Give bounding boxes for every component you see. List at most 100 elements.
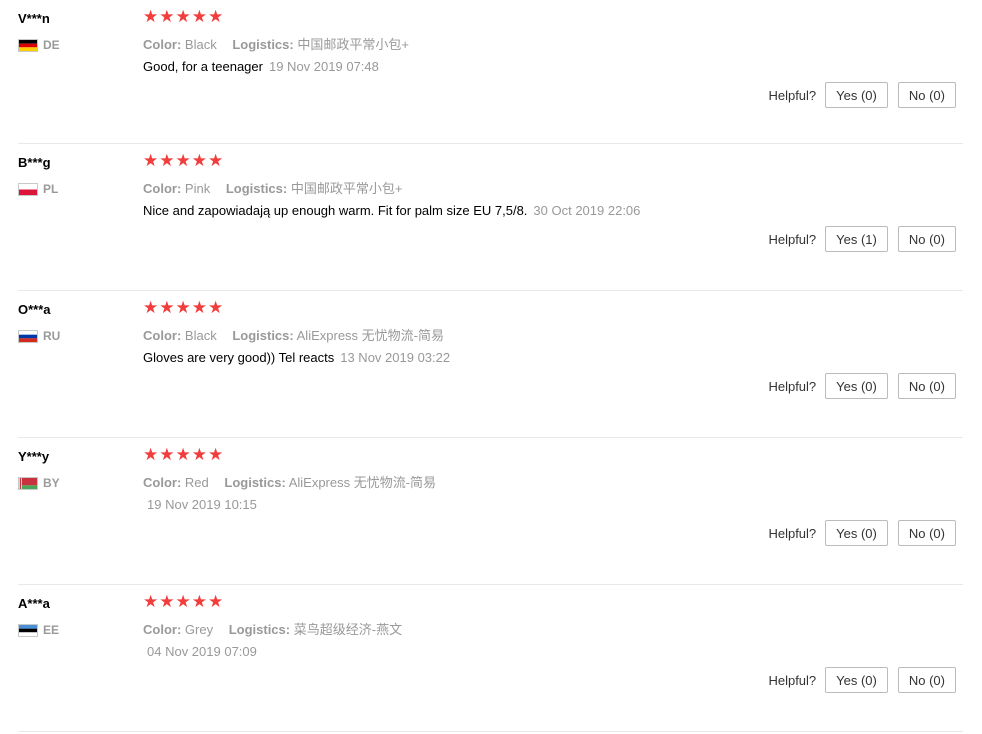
star-icon: ★: [208, 151, 224, 171]
reviewer-name: A***a: [18, 596, 50, 611]
star-icon: ★: [191, 151, 207, 171]
helpful-controls: Helpful? Yes (1) No (0): [768, 226, 956, 252]
star-icon: ★: [175, 151, 191, 171]
order-attributes: Color: Black Logistics: 中国邮政平常小包+: [143, 34, 409, 53]
star-icon: ★: [143, 592, 159, 612]
helpful-controls: Helpful? Yes (0) No (0): [768, 373, 956, 399]
star-icon: ★: [175, 445, 191, 465]
order-attributes: Color: Pink Logistics: 中国邮政平常小包+: [143, 178, 402, 197]
helpful-label: Helpful?: [768, 525, 817, 541]
star-icon: ★: [159, 592, 175, 612]
star-icon: ★: [191, 445, 207, 465]
logistics-label: Logistics:: [232, 37, 294, 52]
logistics-value: AliExpress 无忧物流-简易: [296, 328, 444, 343]
color-value: Black: [184, 37, 217, 52]
reviewer-name: Y***y: [18, 449, 50, 464]
star-icon: ★: [208, 298, 224, 318]
helpful-no-button[interactable]: No (0): [897, 373, 956, 399]
review-date: 30 Oct 2019 22:06: [533, 203, 641, 218]
star-icon: ★: [175, 7, 191, 27]
helpful-yes-button[interactable]: Yes (0): [825, 82, 888, 108]
star-rating: ★ ★ ★ ★ ★: [143, 153, 223, 170]
order-attributes: Color: Red Logistics: AliExpress 无忧物流-简易: [143, 472, 436, 491]
logistics-label: Logistics:: [225, 181, 288, 196]
star-icon: ★: [143, 298, 159, 318]
order-attributes: Color: Black Logistics: AliExpress 无忧物流-…: [143, 325, 444, 344]
star-icon: ★: [191, 298, 207, 318]
logistics-value: 中国邮政平常小包+: [290, 181, 403, 196]
helpful-no-button[interactable]: No (0): [897, 520, 956, 546]
color-value: Black: [184, 328, 217, 343]
color-value: Pink: [184, 181, 211, 196]
color-label: Color:: [143, 181, 182, 196]
helpful-yes-button[interactable]: Yes (0): [825, 667, 888, 693]
country-code: PL: [43, 182, 59, 196]
logistics-value: 菜鸟超级经济-燕文: [293, 622, 403, 637]
review-item: O***a RU ★ ★ ★ ★ ★ Color: Black Logistics: A…: [18, 291, 963, 438]
reviewer-country: DE: [18, 38, 60, 52]
logistics-value: 中国邮政平常小包+: [297, 37, 409, 52]
color-value: Red: [184, 475, 209, 490]
star-rating: ★ ★ ★ ★ ★: [143, 594, 223, 611]
review-date: 19 Nov 2019 07:48: [268, 59, 379, 74]
helpful-label: Helpful?: [768, 378, 817, 394]
star-icon: ★: [143, 7, 159, 27]
review-feedback: Gloves are very good)) Tel reacts 13 Nov …: [143, 350, 450, 365]
review-item: Y***y BY ★ ★ ★ ★ ★ Color: Red Logistics: Ali…: [18, 438, 963, 585]
flag-icon-estonia: [18, 623, 38, 637]
review-item: A***a EE ★ ★ ★ ★ ★ Color: Grey Logistics: 菜鸟…: [18, 585, 963, 732]
review-text: Good, for a teenager: [143, 59, 263, 74]
review-text: Nice and zapowiadają up enough warm. Fit…: [143, 203, 528, 218]
flag-icon-germany: [18, 38, 38, 52]
country-code: EE: [43, 623, 60, 637]
country-code: DE: [43, 38, 60, 52]
star-icon: ★: [191, 592, 207, 612]
star-icon: ★: [143, 445, 159, 465]
color-value: Grey: [184, 622, 214, 637]
star-rating: ★ ★ ★ ★ ★: [143, 300, 223, 317]
star-icon: ★: [175, 298, 191, 318]
helpful-no-button[interactable]: No (0): [897, 82, 956, 108]
helpful-no-button[interactable]: No (0): [897, 667, 956, 693]
star-icon: ★: [191, 7, 207, 27]
star-icon: ★: [159, 151, 175, 171]
reviewer-name: V***n: [18, 11, 50, 26]
helpful-label: Helpful?: [768, 672, 817, 688]
review-item: V***n DE ★ ★ ★ ★ ★ Color: Black Logistics: 中…: [18, 0, 963, 144]
star-icon: ★: [208, 445, 224, 465]
helpful-label: Helpful?: [768, 87, 817, 103]
color-label: Color:: [143, 37, 182, 52]
order-attributes: Color: Grey Logistics: 菜鸟超级经济-燕文: [143, 619, 402, 638]
star-icon: ★: [208, 592, 224, 612]
helpful-controls: Helpful? Yes (0) No (0): [768, 667, 956, 693]
color-label: Color:: [143, 622, 182, 637]
star-icon: ★: [175, 592, 191, 612]
country-code: BY: [43, 476, 60, 490]
flag-icon-belarus: [18, 476, 38, 490]
reviewer-country: RU: [18, 329, 60, 343]
color-label: Color:: [143, 475, 182, 490]
star-rating: ★ ★ ★ ★ ★: [143, 447, 223, 464]
reviewer-name: B***g: [18, 155, 51, 170]
star-icon: ★: [159, 298, 175, 318]
reviewer-name: O***a: [18, 302, 51, 317]
helpful-yes-button[interactable]: Yes (0): [825, 520, 888, 546]
review-date: 19 Nov 2019 10:15: [147, 497, 257, 512]
flag-icon-russia: [18, 329, 38, 343]
review-feedback: 04 Nov 2019 07:09: [143, 644, 257, 659]
star-icon: ★: [143, 151, 159, 171]
color-label: Color:: [143, 328, 182, 343]
star-icon: ★: [159, 445, 175, 465]
review-feedback: Good, for a teenager 19 Nov 2019 07:48: [143, 59, 379, 74]
reviewer-country: EE: [18, 623, 59, 637]
country-code: RU: [43, 329, 61, 343]
reviewer-country: BY: [18, 476, 60, 490]
review-feedback: Nice and zapowiadają up enough warm. Fit…: [143, 203, 640, 218]
review-date: 04 Nov 2019 07:09: [147, 644, 257, 659]
helpful-yes-button[interactable]: Yes (1): [825, 226, 888, 252]
logistics-label: Logistics:: [224, 475, 286, 490]
logistics-value: AliExpress 无忧物流-简易: [288, 475, 437, 490]
review-feedback: 19 Nov 2019 10:15: [143, 497, 257, 512]
helpful-no-button[interactable]: No (0): [897, 226, 956, 252]
helpful-yes-button[interactable]: Yes (0): [825, 373, 888, 399]
